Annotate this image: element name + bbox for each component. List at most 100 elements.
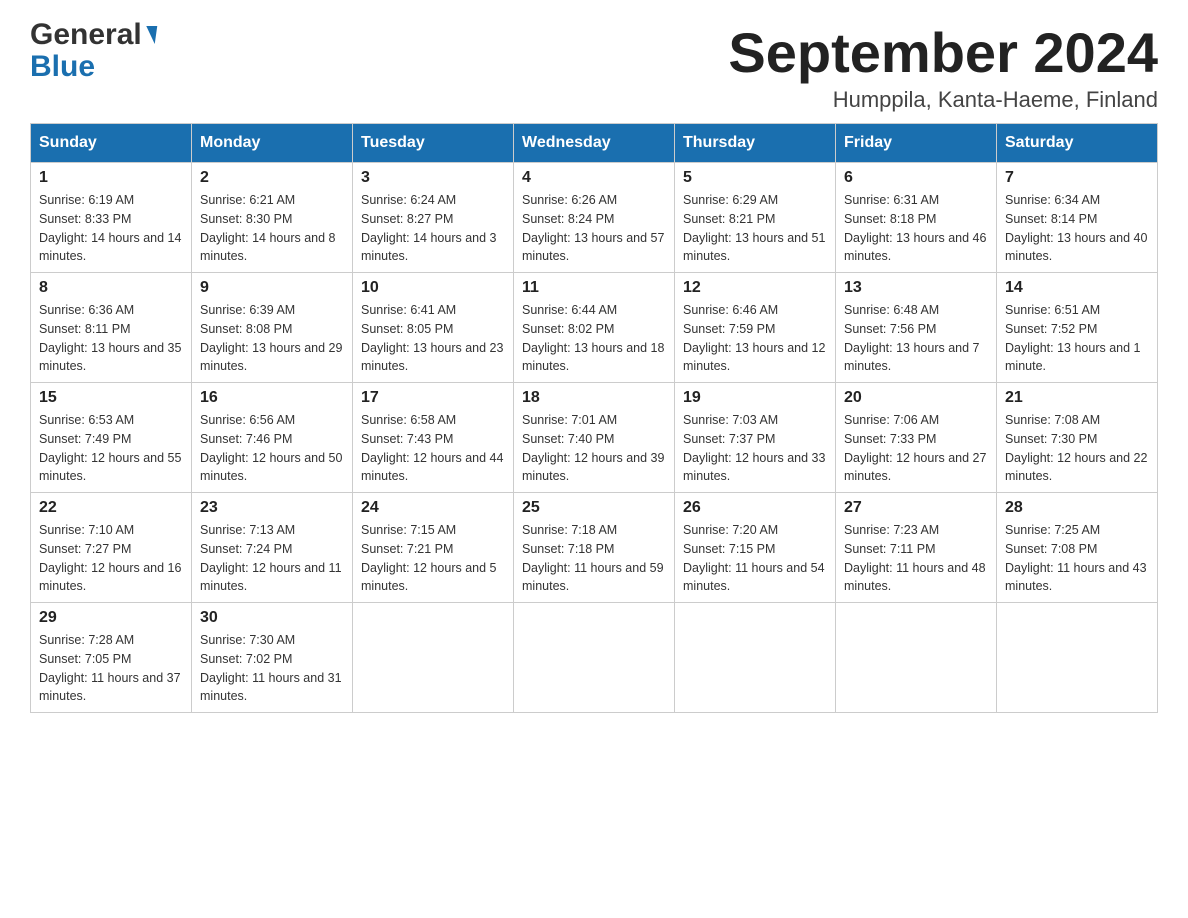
day-info: Sunrise: 7:15 AMSunset: 7:21 PMDaylight:… (361, 521, 505, 596)
empty-cell (836, 603, 997, 713)
day-info: Sunrise: 7:06 AMSunset: 7:33 PMDaylight:… (844, 411, 988, 486)
logo-blue-text: Blue (30, 50, 95, 83)
day-cell-9: 9 Sunrise: 6:39 AMSunset: 8:08 PMDaylight… (192, 273, 353, 383)
weekday-header-saturday: Saturday (997, 124, 1158, 163)
day-number: 2 (200, 169, 344, 187)
day-info: Sunrise: 6:46 AMSunset: 7:59 PMDaylight:… (683, 301, 827, 376)
day-number: 29 (39, 609, 183, 627)
day-info: Sunrise: 7:30 AMSunset: 7:02 PMDaylight:… (200, 631, 344, 706)
day-number: 21 (1005, 389, 1149, 407)
day-info: Sunrise: 6:24 AMSunset: 8:27 PMDaylight:… (361, 191, 505, 266)
day-cell-7: 7 Sunrise: 6:34 AMSunset: 8:14 PMDaylight… (997, 163, 1158, 273)
day-info: Sunrise: 6:19 AMSunset: 8:33 PMDaylight:… (39, 191, 183, 266)
day-info: Sunrise: 6:41 AMSunset: 8:05 PMDaylight:… (361, 301, 505, 376)
day-cell-18: 18Sunrise: 7:01 AMSunset: 7:40 PMDayligh… (514, 383, 675, 493)
empty-cell (514, 603, 675, 713)
day-cell-15: 15Sunrise: 6:53 AMSunset: 7:49 PMDayligh… (31, 383, 192, 493)
day-info: Sunrise: 7:23 AMSunset: 7:11 PMDaylight:… (844, 521, 988, 596)
page-header: General Blue September 2024 Humppila, Ka… (30, 20, 1158, 113)
day-cell-1: 1Sunrise: 6:19 AMSunset: 8:33 PMDaylight… (31, 163, 192, 273)
day-cell-14: 14 Sunrise: 6:51 AMSunset: 7:52 PMDayligh… (997, 273, 1158, 383)
month-year-title: September 2024 (728, 20, 1158, 85)
day-info: Sunrise: 7:18 AMSunset: 7:18 PMDaylight:… (522, 521, 666, 596)
calendar-week-4: 22Sunrise: 7:10 AMSunset: 7:27 PMDayligh… (31, 493, 1158, 603)
day-number: 20 (844, 389, 988, 407)
calendar-week-2: 8 Sunrise: 6:36 AMSunset: 8:11 PMDaylight… (31, 273, 1158, 383)
title-block: September 2024 Humppila, Kanta-Haeme, Fi… (728, 20, 1158, 113)
empty-cell (997, 603, 1158, 713)
day-number: 6 (844, 169, 988, 187)
day-info: Sunrise: 6:34 AMSunset: 8:14 PMDaylight:… (1005, 191, 1149, 266)
day-cell-12: 12Sunrise: 6:46 AMSunset: 7:59 PMDayligh… (675, 273, 836, 383)
day-info: Sunrise: 6:29 AMSunset: 8:21 PMDaylight:… (683, 191, 827, 266)
day-cell-25: 25 Sunrise: 7:18 AMSunset: 7:18 PMDayligh… (514, 493, 675, 603)
day-info: Sunrise: 6:51 AMSunset: 7:52 PMDaylight:… (1005, 301, 1149, 376)
weekday-header-monday: Monday (192, 124, 353, 163)
day-number: 17 (361, 389, 505, 407)
day-info: Sunrise: 7:10 AMSunset: 7:27 PMDaylight:… (39, 521, 183, 596)
day-info: Sunrise: 7:28 AMSunset: 7:05 PMDaylight:… (39, 631, 183, 706)
day-cell-13: 13Sunrise: 6:48 AMSunset: 7:56 PMDayligh… (836, 273, 997, 383)
day-info: Sunrise: 7:13 AMSunset: 7:24 PMDaylight:… (200, 521, 344, 596)
empty-cell (675, 603, 836, 713)
day-cell-3: 3 Sunrise: 6:24 AMSunset: 8:27 PMDaylight… (353, 163, 514, 273)
calendar-table: SundayMondayTuesdayWednesdayThursdayFrid… (30, 123, 1158, 713)
day-info: Sunrise: 6:53 AMSunset: 7:49 PMDaylight:… (39, 411, 183, 486)
day-cell-11: 11 Sunrise: 6:44 AMSunset: 8:02 PMDayligh… (514, 273, 675, 383)
day-cell-29: 29 Sunrise: 7:28 AMSunset: 7:05 PMDayligh… (31, 603, 192, 713)
day-cell-23: 23Sunrise: 7:13 AMSunset: 7:24 PMDayligh… (192, 493, 353, 603)
weekday-header-friday: Friday (836, 124, 997, 163)
day-number: 8 (39, 279, 183, 297)
day-number: 30 (200, 609, 344, 627)
day-info: Sunrise: 7:20 AMSunset: 7:15 PMDaylight:… (683, 521, 827, 596)
day-number: 19 (683, 389, 827, 407)
day-cell-19: 19 Sunrise: 7:03 AMSunset: 7:37 PMDayligh… (675, 383, 836, 493)
day-cell-10: 10 Sunrise: 6:41 AMSunset: 8:05 PMDayligh… (353, 273, 514, 383)
day-number: 10 (361, 279, 505, 297)
day-info: Sunrise: 6:31 AMSunset: 8:18 PMDaylight:… (844, 191, 988, 266)
day-info: Sunrise: 6:58 AMSunset: 7:43 PMDaylight:… (361, 411, 505, 486)
day-number: 26 (683, 499, 827, 517)
day-cell-24: 24Sunrise: 7:15 AMSunset: 7:21 PMDayligh… (353, 493, 514, 603)
day-number: 14 (1005, 279, 1149, 297)
day-cell-8: 8 Sunrise: 6:36 AMSunset: 8:11 PMDaylight… (31, 273, 192, 383)
day-number: 25 (522, 499, 666, 517)
day-number: 11 (522, 279, 666, 297)
weekday-header-tuesday: Tuesday (353, 124, 514, 163)
day-number: 3 (361, 169, 505, 187)
calendar-week-5: 29 Sunrise: 7:28 AMSunset: 7:05 PMDayligh… (31, 603, 1158, 713)
day-cell-16: 16 Sunrise: 6:56 AMSunset: 7:46 PMDayligh… (192, 383, 353, 493)
day-cell-26: 26 Sunrise: 7:20 AMSunset: 7:15 PMDayligh… (675, 493, 836, 603)
day-info: Sunrise: 7:03 AMSunset: 7:37 PMDaylight:… (683, 411, 827, 486)
empty-cell (353, 603, 514, 713)
logo-arrow-icon (143, 26, 157, 44)
weekday-header-sunday: Sunday (31, 124, 192, 163)
day-cell-5: 5Sunrise: 6:29 AMSunset: 8:21 PMDaylight… (675, 163, 836, 273)
day-cell-28: 28 Sunrise: 7:25 AMSunset: 7:08 PMDayligh… (997, 493, 1158, 603)
day-number: 4 (522, 169, 666, 187)
day-number: 28 (1005, 499, 1149, 517)
day-info: Sunrise: 6:21 AMSunset: 8:30 PMDaylight:… (200, 191, 344, 266)
day-info: Sunrise: 6:56 AMSunset: 7:46 PMDaylight:… (200, 411, 344, 486)
day-number: 9 (200, 279, 344, 297)
weekday-header-wednesday: Wednesday (514, 124, 675, 163)
weekday-header-thursday: Thursday (675, 124, 836, 163)
day-info: Sunrise: 7:25 AMSunset: 7:08 PMDaylight:… (1005, 521, 1149, 596)
day-cell-20: 20 Sunrise: 7:06 AMSunset: 7:33 PMDayligh… (836, 383, 997, 493)
day-number: 13 (844, 279, 988, 297)
calendar-header-row: SundayMondayTuesdayWednesdayThursdayFrid… (31, 124, 1158, 163)
day-info: Sunrise: 7:01 AMSunset: 7:40 PMDaylight:… (522, 411, 666, 486)
day-number: 16 (200, 389, 344, 407)
day-cell-2: 2 Sunrise: 6:21 AMSunset: 8:30 PMDaylight… (192, 163, 353, 273)
day-cell-6: 6 Sunrise: 6:31 AMSunset: 8:18 PMDaylight… (836, 163, 997, 273)
day-cell-27: 27Sunrise: 7:23 AMSunset: 7:11 PMDayligh… (836, 493, 997, 603)
day-info: Sunrise: 6:36 AMSunset: 8:11 PMDaylight:… (39, 301, 183, 376)
day-cell-17: 17 Sunrise: 6:58 AMSunset: 7:43 PMDayligh… (353, 383, 514, 493)
day-cell-4: 4Sunrise: 6:26 AMSunset: 8:24 PMDaylight… (514, 163, 675, 273)
day-number: 7 (1005, 169, 1149, 187)
calendar-week-1: 1Sunrise: 6:19 AMSunset: 8:33 PMDaylight… (31, 163, 1158, 273)
day-cell-22: 22Sunrise: 7:10 AMSunset: 7:27 PMDayligh… (31, 493, 192, 603)
day-info: Sunrise: 6:44 AMSunset: 8:02 PMDaylight:… (522, 301, 666, 376)
calendar-week-3: 15Sunrise: 6:53 AMSunset: 7:49 PMDayligh… (31, 383, 1158, 493)
day-info: Sunrise: 6:39 AMSunset: 8:08 PMDaylight:… (200, 301, 344, 376)
